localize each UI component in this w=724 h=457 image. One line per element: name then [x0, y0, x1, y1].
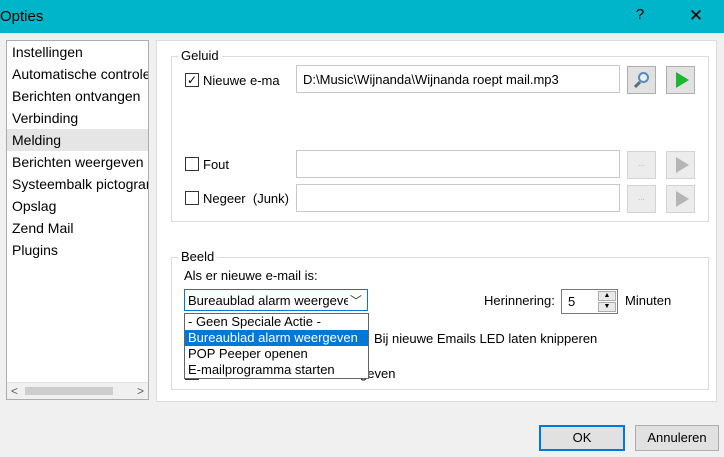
junk-sound-path-field[interactable] — [296, 184, 620, 212]
new-mail-play-button[interactable] — [666, 66, 695, 94]
play-icon — [675, 157, 689, 173]
chevron-down-icon: ﹀ — [349, 294, 362, 308]
reminder-label: Herinnering: — [484, 293, 555, 308]
reminder-minutes-stepper[interactable]: 5 ▲ ▼ — [561, 289, 618, 314]
window-title: Opties — [0, 8, 44, 25]
error-browse-button[interactable]: ... — [627, 151, 656, 179]
ellipsis-icon: ... — [638, 193, 645, 202]
new-mail-sound-label: Nieuwe e-ma — [203, 73, 280, 88]
sidebar-item-automatische-controle[interactable]: Automatische controle — [7, 63, 148, 85]
sidebar-item-zend-mail[interactable]: Zend Mail — [7, 217, 148, 239]
ellipsis-icon: ... — [638, 159, 645, 168]
sidebar-item-berichten-weergeven[interactable]: Berichten weergeven — [7, 151, 148, 173]
options-category-list: Instellingen Automatische controle Beric… — [6, 40, 149, 400]
error-play-button[interactable] — [666, 151, 695, 179]
sidebar-item-verbinding[interactable]: Verbinding — [7, 107, 148, 129]
geluid-legend: Geluid — [178, 48, 222, 63]
reminder-unit-label: Minuten — [625, 293, 672, 308]
spin-up-icon[interactable]: ▲ — [598, 291, 616, 301]
sidebar-item-berichten-ontvangen[interactable]: Berichten ontvangen — [7, 85, 148, 107]
new-mail-browse-button[interactable] — [627, 66, 656, 94]
ok-button[interactable]: OK — [539, 425, 625, 451]
scroll-thumb[interactable] — [25, 387, 113, 395]
error-sound-path-field[interactable] — [296, 150, 620, 178]
error-sound-label: Fout — [203, 157, 230, 172]
new-mail-action-dropdown: - Geen Speciale Actie - Bureaublad alarm… — [184, 313, 369, 379]
close-button[interactable]: ✕ — [686, 6, 706, 26]
new-mail-sound-path-field[interactable]: D:\Music\Wijnanda\Wijnanda roept mail.mp… — [296, 65, 620, 93]
new-mail-sound-checkbox[interactable]: ✓ — [185, 73, 199, 87]
sidebar-item-plugins[interactable]: Plugins — [7, 239, 148, 261]
new-mail-action-value: Bureaublad alarm weergeven — [188, 293, 348, 308]
sidebar-item-instellingen[interactable]: Instellingen — [7, 41, 148, 63]
help-button[interactable]: ? — [632, 6, 648, 26]
dropdown-option-desktop-alert[interactable]: Bureaublad alarm weergeven — [185, 330, 368, 346]
sidebar-item-opslag[interactable]: Opslag — [7, 195, 148, 217]
dropdown-option-open-pop-peeper[interactable]: POP Peeper openen — [185, 346, 368, 362]
dropdown-option-no-action[interactable]: - Geen Speciale Actie - — [185, 314, 368, 330]
junk-browse-button[interactable]: ... — [627, 185, 656, 213]
play-icon — [675, 72, 689, 88]
magnifier-icon — [633, 71, 650, 89]
junk-play-button[interactable] — [666, 185, 695, 213]
horizontal-scrollbar[interactable]: < > — [7, 382, 148, 399]
dropdown-option-start-email-program[interactable]: E-mailprogramma starten — [185, 362, 368, 378]
scroll-right-icon[interactable]: > — [137, 384, 144, 398]
new-mail-action-select[interactable]: Bureaublad alarm weergeven ﹀ — [184, 289, 368, 311]
play-icon — [675, 191, 689, 207]
led-blink-label: Bij nieuwe Emails LED laten knipperen — [374, 331, 598, 346]
junk-sound-checkbox[interactable] — [185, 191, 199, 205]
scroll-left-icon[interactable]: < — [11, 384, 18, 398]
new-mail-action-prompt: Als er nieuwe e-mail is: — [184, 268, 318, 283]
sidebar-item-melding[interactable]: Melding — [7, 129, 148, 151]
error-sound-checkbox[interactable] — [185, 157, 199, 171]
cancel-button[interactable]: Annuleren — [635, 425, 719, 451]
junk-sound-label: Negeer (Junk) — [203, 191, 289, 206]
reminder-minutes-value[interactable]: 5 — [568, 294, 575, 309]
spin-down-icon[interactable]: ▼ — [598, 302, 616, 312]
sidebar-item-systeembalk-pictogram[interactable]: Systeembalk pictogram — [7, 173, 148, 195]
title-bar: Opties ? ✕ — [0, 0, 724, 33]
beeld-legend: Beeld — [178, 249, 218, 264]
